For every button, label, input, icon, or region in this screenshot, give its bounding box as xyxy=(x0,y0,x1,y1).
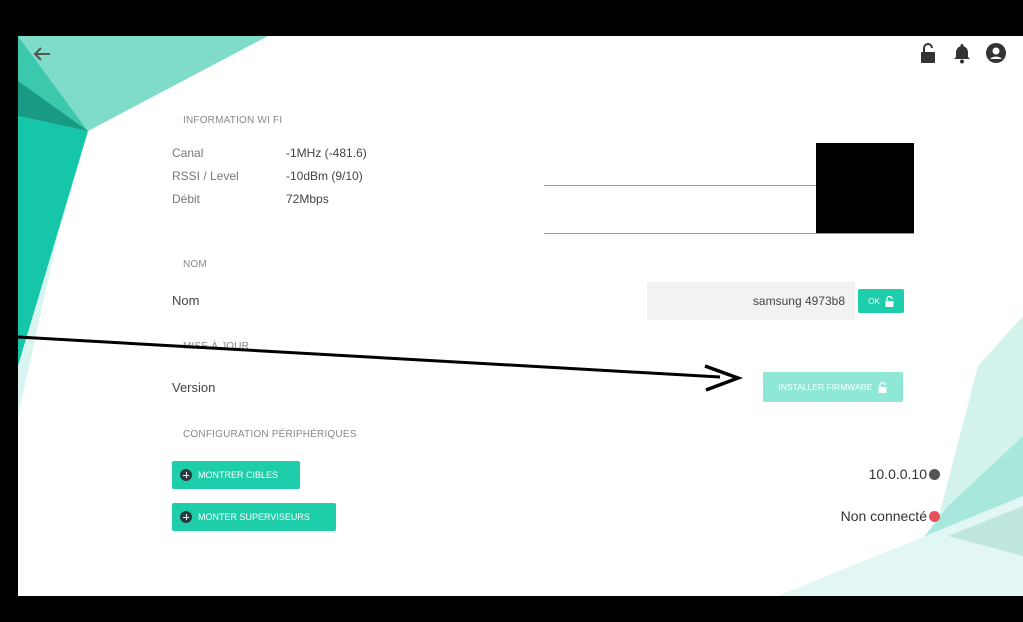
annotation-arrow xyxy=(0,334,744,392)
bottom-bar xyxy=(0,596,1023,622)
